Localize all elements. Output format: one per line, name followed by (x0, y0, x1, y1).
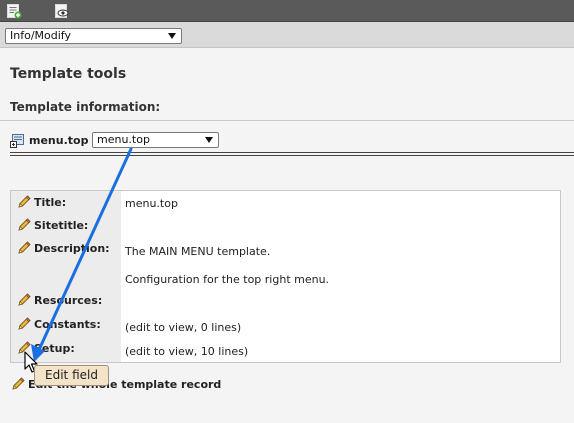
field-sitetitle: Sitetitle: (16, 217, 88, 233)
pencil-icon[interactable] (16, 240, 32, 256)
field-label: Description: (34, 241, 110, 255)
field-title: Title: (16, 194, 66, 210)
divider (0, 120, 574, 121)
field-resources: Resources: (16, 292, 102, 308)
function-menu-select[interactable]: Info/Modify (5, 28, 182, 44)
field-label: Setup: (34, 341, 75, 355)
field-value-extra: Configuration for the top right menu. (125, 273, 330, 286)
field-value: menu.top (125, 197, 178, 210)
page-title: Template tools (10, 66, 127, 82)
pencil-icon (12, 377, 25, 390)
pencil-icon[interactable] (16, 194, 32, 210)
pencil-icon[interactable] (16, 292, 32, 308)
template-name: menu.top (29, 134, 89, 147)
field-label: Sitetitle: (34, 218, 89, 232)
pencil-icon[interactable] (16, 217, 32, 233)
pencil-icon[interactable] (16, 316, 32, 332)
field-label: Title: (34, 195, 67, 209)
chevron-down-icon (205, 137, 213, 143)
template-info-table: Title: menu.top Sitetitle: Description: … (10, 190, 561, 363)
new-record-icon[interactable] (6, 3, 22, 19)
section-title: Template information: (10, 100, 161, 114)
field-constants: Constants: (16, 316, 101, 332)
template-icon[interactable] (10, 134, 24, 148)
field-description: Description: (16, 240, 110, 256)
template-select-value: menu.top (97, 133, 150, 146)
top-toolbar (0, 0, 574, 22)
tooltip: Edit field (34, 365, 109, 386)
function-menu-value: Info/Modify (10, 29, 71, 42)
chevron-down-icon (168, 33, 176, 39)
field-label: Constants: (34, 317, 101, 331)
field-value: (edit to view, 10 lines) (125, 345, 249, 358)
field-label: Resources: (34, 293, 103, 307)
view-page-icon[interactable] (54, 3, 70, 19)
field-value: The MAIN MENU template. (125, 245, 271, 258)
double-divider (10, 152, 574, 156)
template-select[interactable]: menu.top (92, 132, 219, 148)
field-value: (edit to view, 0 lines) (125, 321, 242, 334)
